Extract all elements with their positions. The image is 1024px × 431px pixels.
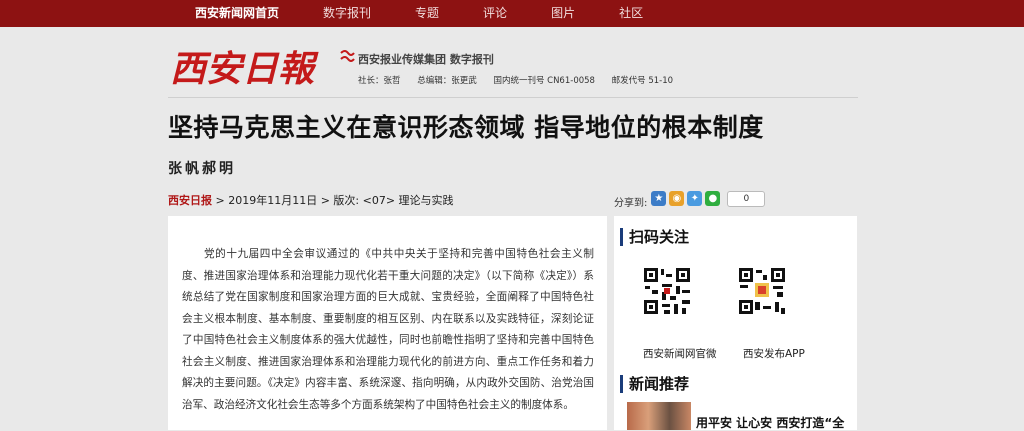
publisher-icon [340, 50, 355, 62]
article-body: 党的十九届四中全会审议通过的《中共中央关于坚持和完善中国特色社会主义制度、推进国… [182, 248, 594, 411]
news-thumbnail[interactable] [627, 402, 691, 430]
article-info[interactable]: > 2019年11月11日 > 版次: <07> 理论与实践 [212, 194, 453, 207]
sidebar: 扫码关注 西安新闻网官微 西安发布APP 新闻推荐 用平安 让心安 西安打造“全 [614, 216, 857, 430]
paper-name-link[interactable]: 西安日报 [168, 194, 212, 207]
nav-digital-paper-link[interactable]: 数字报刊 [323, 0, 371, 27]
masthead: 西安日報 西安报业传媒集团 数字报刊 社长：张哲 总编辑：张更武 国内统一刊号 … [0, 27, 1024, 97]
publisher-name: 西安报业传媒集团 数字报刊 [358, 53, 494, 66]
star-icon[interactable]: ★ [651, 191, 667, 206]
article-info-bar: 西安日报 > 2019年11月11日 > 版次: <07> 理论与实践 [168, 192, 454, 208]
news-item-title[interactable]: 用平安 让心安 西安打造“全 [696, 414, 844, 431]
article-title: 坚持马克思主义在意识形态领域 指导地位的根本制度 [168, 113, 764, 142]
meta-issn: 国内统一刊号 CN61-0058 [493, 76, 595, 86]
qr-label-news-weibo: 西安新闻网官微 [643, 348, 717, 360]
wechat-icon[interactable]: ● [705, 191, 721, 206]
logo-text: 西安日報 [170, 48, 319, 90]
divider [168, 97, 858, 98]
meta-postal-code: 邮发代号 51-10 [611, 76, 674, 86]
nav-community-link[interactable]: 社区 [619, 0, 643, 27]
nav-photo-link[interactable]: 图片 [551, 0, 575, 27]
weibo-icon[interactable]: ◉ [669, 191, 685, 206]
qr-code-xian-app [737, 266, 787, 316]
meta-president: 社长：张哲 [358, 76, 401, 86]
xian-daily-logo[interactable]: 西安日報 [168, 39, 328, 91]
meta-editor: 总编辑：张更武 [417, 76, 477, 86]
nav-home-link[interactable]: 西安新闻网首页 [195, 0, 279, 27]
news-recommend-heading: 新闻推荐 [620, 375, 689, 393]
share-count: 0 [727, 190, 766, 207]
scan-follow-heading: 扫码关注 [620, 228, 689, 246]
share-bar: 分享到: ★ ◉ ✦ ● 0 [614, 188, 766, 209]
article-author: 张帆郝明 [168, 161, 236, 177]
qr-label-xian-app: 西安发布APP [743, 348, 805, 360]
share-label: 分享到: [614, 198, 648, 209]
nav-special-link[interactable]: 专题 [415, 0, 439, 27]
qr-code-news-weibo [642, 266, 692, 316]
qzone-icon[interactable]: ✦ [687, 191, 703, 206]
top-nav: 西安新闻网首页 数字报刊 专题 评论 图片 社区 [195, 0, 687, 27]
nav-comment-link[interactable]: 评论 [483, 0, 507, 27]
article-content: 党的十九届四中全会审议通过的《中共中央关于坚持和完善中国特色社会主义制度、推进国… [168, 216, 607, 430]
top-nav-bar: 西安新闻网首页 数字报刊 专题 评论 图片 社区 [0, 0, 1024, 27]
masthead-meta: 社长：张哲 总编辑：张更武 国内统一刊号 CN61-0058 邮发代号 51-1… [358, 74, 687, 86]
